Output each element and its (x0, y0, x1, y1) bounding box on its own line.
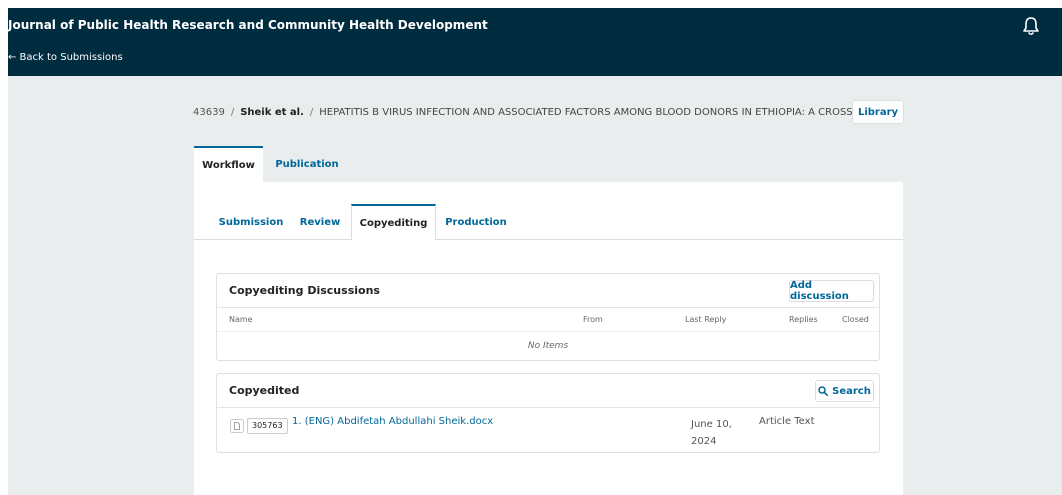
file-name-link[interactable]: 1. (ENG) Abdifetah Abdullahi Sheik.docx (292, 416, 493, 427)
copyedited-header: Copyedited Search (217, 374, 879, 408)
column-name: Name (229, 315, 253, 324)
document-icon (230, 419, 244, 433)
stage-tabs: Submission Review Copyediting Production (194, 204, 903, 241)
tab-production[interactable]: Production (442, 204, 510, 240)
add-discussion-button[interactable]: Add discussion (789, 280, 874, 302)
bell-icon[interactable] (1022, 16, 1040, 36)
workflow-panel: Submission Review Copyediting Production… (194, 182, 903, 495)
submission-title: HEPATITIS B VIRUS INFECTION AND ASSOCIAT… (319, 107, 857, 118)
file-date-line: June 10, (691, 419, 732, 430)
file-id-badge: 305763 (247, 418, 288, 434)
copyedited-files-panel: Copyedited Search 305763 1. (ENG) Abdife… (216, 373, 880, 453)
column-closed: Closed (842, 315, 869, 324)
file-row: 305763 1. (ENG) Abdifetah Abdullahi Shei… (217, 408, 879, 452)
tab-publication[interactable]: Publication (266, 146, 348, 182)
tab-submission[interactable]: Submission (216, 204, 286, 240)
search-label: Search (832, 385, 871, 397)
search-button[interactable]: Search (815, 380, 874, 402)
breadcrumb: 43639 / Sheik et al. / HEPATITIS B VIRUS INF… (193, 100, 913, 126)
search-icon (818, 386, 829, 396)
copyedited-title: Copyedited (229, 384, 300, 397)
tab-copyediting[interactable]: Copyediting (351, 204, 436, 241)
column-replies: Replies (789, 315, 818, 324)
back-to-submissions-link[interactable]: ← Back to Submissions (8, 52, 123, 63)
column-from: From (583, 315, 603, 324)
discussions-column-headers (217, 308, 879, 332)
journal-title[interactable]: Journal of Public Health Research and Co… (8, 18, 488, 32)
submission-id: 43639 (193, 107, 225, 118)
empty-state: No Items (527, 341, 569, 351)
tab-review[interactable]: Review (294, 204, 346, 240)
discussions-header: Copyediting Discussions Add discussion (217, 274, 879, 308)
library-button[interactable]: Library (852, 100, 904, 124)
column-last-reply: Last Reply (685, 315, 727, 324)
discussions-title: Copyediting Discussions (229, 284, 380, 297)
app-frame: Journal of Public Health Research and Co… (8, 8, 1062, 495)
tab-workflow[interactable]: Workflow (194, 146, 263, 182)
copyediting-discussions-panel: Copyediting Discussions Add discussion N… (216, 273, 880, 361)
top-header: Journal of Public Health Research and Co… (8, 8, 1062, 76)
file-date-line: 2024 (691, 436, 717, 447)
submission-author: Sheik et al. (240, 107, 304, 118)
breadcrumb-separator: / (309, 107, 314, 118)
file-date: June 10, 2024 (691, 416, 741, 450)
breadcrumb-separator: / (230, 107, 235, 118)
file-type: Article Text (759, 416, 815, 427)
